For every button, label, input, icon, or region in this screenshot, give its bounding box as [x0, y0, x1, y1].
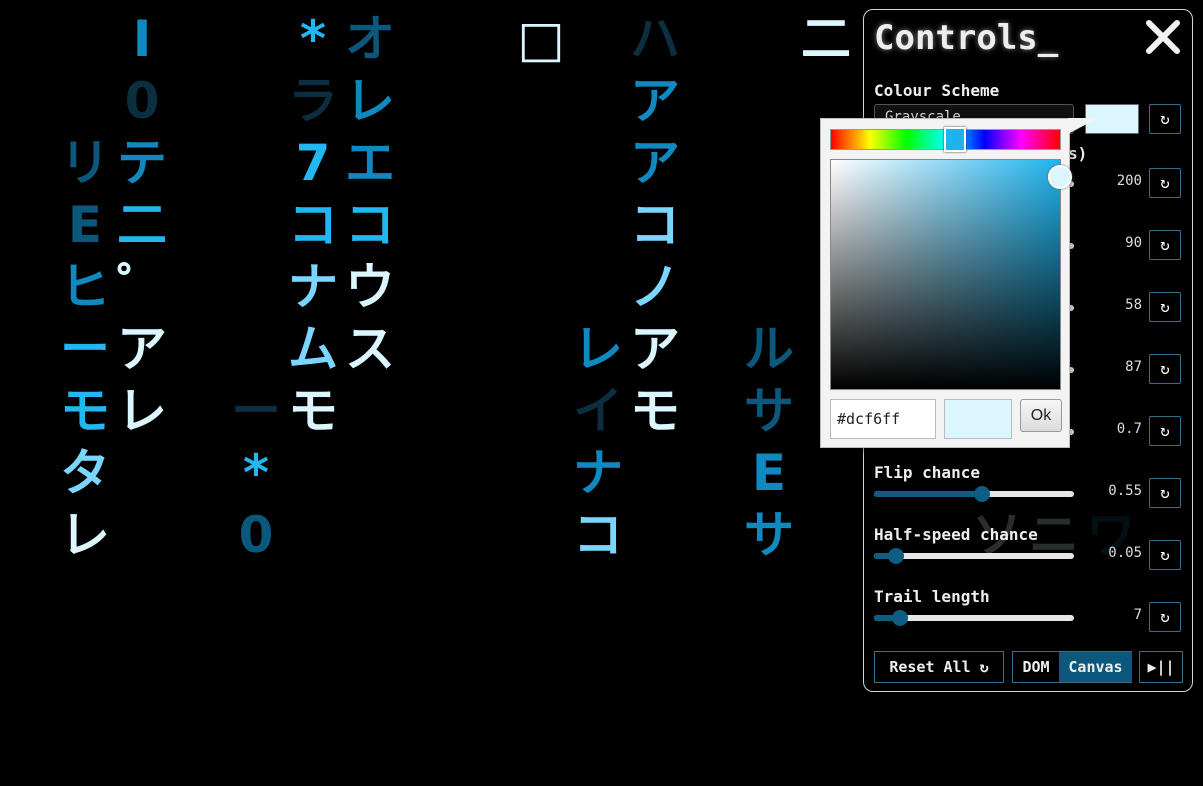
slider-value: 0.55: [1108, 483, 1142, 499]
rain-glyph: コ: [630, 196, 680, 254]
rain-glyph: ア: [117, 320, 167, 378]
rain-glyph: ス: [345, 320, 395, 378]
dom-mode-option[interactable]: DOM: [1013, 652, 1059, 682]
rain-glyph: ナ: [573, 444, 623, 502]
slider-reset-button[interactable]: ↻: [1149, 230, 1181, 260]
slider-value: 200: [1116, 173, 1142, 189]
rain-glyph: オ: [345, 10, 395, 68]
rain-glyph: タ: [60, 444, 110, 502]
slider-value: 0.7: [1116, 421, 1142, 437]
slider-reset-button[interactable]: ↻: [1149, 416, 1181, 446]
play-pause-button[interactable]: ▶||: [1139, 651, 1183, 683]
rain-glyph: □: [517, 10, 565, 68]
slider-reset-button[interactable]: ↻: [1149, 354, 1181, 384]
rain-glyph: レ: [60, 506, 110, 564]
rain-glyph: 0: [124, 72, 160, 130]
rain-glyph: レ: [573, 320, 623, 378]
rain-glyph: I: [132, 10, 152, 68]
slider-label: Flip chance: [874, 463, 980, 482]
rain-glyph: 7: [295, 134, 331, 192]
slider-label: Trail length: [874, 587, 990, 606]
hue-handle[interactable]: [944, 127, 966, 152]
rain-glyph: レ: [117, 382, 167, 440]
rain-glyph: 0: [238, 506, 274, 564]
rain-glyph: テ: [117, 134, 167, 192]
rain-glyph: コ: [573, 506, 623, 564]
rain-glyph: コ: [288, 196, 338, 254]
slider-value: 7: [1133, 607, 1142, 623]
rain-glyph: ー: [60, 320, 110, 378]
rain-glyph: ノ: [630, 258, 680, 316]
rain-glyph: リ: [60, 134, 110, 192]
hidden-label-fragment: s): [1068, 144, 1088, 163]
rain-glyph: サ: [744, 382, 794, 440]
canvas-mode-option[interactable]: Canvas: [1059, 652, 1132, 682]
color-picker-popup: #dcf6ff Ok: [820, 118, 1072, 448]
slider-track[interactable]: [874, 486, 1074, 502]
slider-value: 90: [1125, 235, 1142, 251]
slider-reset-button[interactable]: ↻: [1149, 602, 1181, 632]
rain-glyph: ハ: [630, 10, 680, 68]
slider-thumb[interactable]: [892, 610, 908, 626]
rain-glyph: ア: [630, 320, 680, 378]
slider-track[interactable]: [874, 548, 1074, 564]
render-mode-toggle[interactable]: DOM Canvas: [1012, 651, 1132, 683]
rain-glyph: *: [242, 444, 270, 502]
rain-glyph: サ: [744, 506, 794, 564]
rain-glyph: モ: [60, 382, 110, 440]
rain-glyph: モ: [288, 382, 338, 440]
rain-glyph: ア: [630, 134, 680, 192]
close-icon[interactable]: [1144, 18, 1182, 56]
rain-glyph: ー: [231, 382, 281, 440]
picker-pointer-arrow: [1068, 118, 1098, 134]
colour-scheme-label: Colour Scheme: [874, 81, 1000, 100]
rain-glyph: *: [299, 10, 327, 68]
slider-thumb[interactable]: [974, 486, 990, 502]
rain-glyph: イ: [573, 382, 623, 440]
rain-glyph: ウ: [345, 258, 395, 316]
color-preview-swatch: [944, 399, 1012, 439]
slider-reset-button[interactable]: ↻: [1149, 478, 1181, 508]
rain-glyph: ヒ: [60, 258, 110, 316]
rain-glyph: 二: [117, 196, 167, 254]
rain-glyph: ム: [288, 320, 338, 378]
rain-glyph: ナ: [288, 258, 338, 316]
rain-glyph: 二: [801, 10, 851, 68]
slider-reset-button[interactable]: ↻: [1149, 168, 1181, 198]
rain-glyph: E: [67, 196, 103, 254]
slider-value: 58: [1125, 297, 1142, 313]
colour-scheme-reset-button[interactable]: ↻: [1149, 104, 1181, 134]
rain-glyph: E: [751, 444, 787, 502]
slider-value: 87: [1125, 359, 1142, 375]
saturation-value-area[interactable]: [830, 159, 1072, 390]
rain-glyph: ル: [744, 320, 794, 378]
rain-glyph: ラ: [288, 72, 338, 130]
rain-glyph: ゜: [117, 258, 167, 316]
rain-glyph: レ: [345, 72, 395, 130]
slider-thumb[interactable]: [888, 548, 904, 564]
rain-glyph: モ: [630, 382, 680, 440]
rain-glyph: エ: [345, 134, 395, 192]
saturation-value-handle[interactable]: [1048, 165, 1072, 189]
slider-track[interactable]: [874, 610, 1074, 626]
rain-glyph: コ: [345, 196, 395, 254]
hex-input[interactable]: #dcf6ff: [830, 399, 936, 439]
panel-title: Controls_: [874, 18, 1059, 58]
reset-all-button[interactable]: Reset All ↻: [874, 651, 1004, 683]
ok-button[interactable]: Ok: [1020, 399, 1062, 432]
rain-glyph: ア: [630, 72, 680, 130]
slider-label: Half-speed chance: [874, 525, 1038, 544]
slider-value: 0.05: [1108, 545, 1142, 561]
slider-reset-button[interactable]: ↻: [1149, 540, 1181, 570]
slider-fill: [874, 491, 982, 497]
slider-reset-button[interactable]: ↻: [1149, 292, 1181, 322]
hue-slider[interactable]: [830, 127, 1061, 152]
